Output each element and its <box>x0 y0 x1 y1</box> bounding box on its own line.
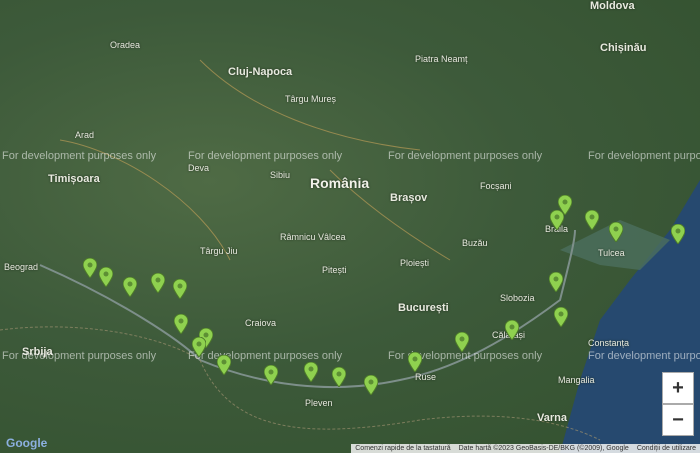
label-buzau: Buzău <box>462 238 488 248</box>
watermark: For development purposes only <box>388 150 543 162</box>
label-pleven: Pleven <box>305 398 333 408</box>
label-beograd: Beograd <box>4 262 39 272</box>
label-bucharest: București <box>398 302 449 314</box>
label-piatra-neamt: Piatra Neamț <box>415 54 468 64</box>
map-marker[interactable] <box>98 266 114 288</box>
watermark: For development purposes only <box>2 150 157 162</box>
map-marker[interactable] <box>584 209 600 231</box>
label-mangalia: Mangalia <box>558 375 595 385</box>
label-ruse: Ruse <box>415 372 437 382</box>
watermark: For development purposes only <box>2 350 157 362</box>
map-marker[interactable] <box>407 351 423 373</box>
map-marker[interactable] <box>454 331 470 353</box>
map-marker[interactable] <box>303 361 319 383</box>
label-pitesti: Pitești <box>322 265 347 275</box>
label-arad: Arad <box>75 130 95 140</box>
label-moldova: Moldova <box>590 0 635 12</box>
label-targu-mures: Târgu Mureș <box>285 94 337 104</box>
label-focsani: Focșani <box>480 181 512 191</box>
map-marker[interactable] <box>173 313 189 335</box>
map-marker[interactable] <box>331 366 347 388</box>
google-logo: Google <box>6 436 48 450</box>
map-marker[interactable] <box>363 374 379 396</box>
label-craiova: Craiova <box>245 318 277 328</box>
label-varna: Varna <box>537 412 567 424</box>
label-ploiesti: Ploiești <box>400 258 430 268</box>
map-marker[interactable] <box>172 278 188 300</box>
watermark: For development purposes only <box>588 150 700 162</box>
label-brasov: Brașov <box>390 192 428 204</box>
map-marker[interactable] <box>150 272 166 294</box>
zoom-in-button[interactable]: + <box>662 372 694 404</box>
map-marker[interactable] <box>122 276 138 298</box>
borders <box>0 326 601 441</box>
map-marker[interactable] <box>263 364 279 386</box>
map-marker[interactable] <box>608 221 624 243</box>
label-oradea: Oradea <box>110 40 141 50</box>
label-timisoara: Timișoara <box>48 173 100 185</box>
label-slobozia: Slobozia <box>500 293 535 303</box>
terms-link[interactable]: Condiții de utilizare <box>637 445 696 452</box>
map-marker[interactable] <box>553 306 569 328</box>
watermark: For development purposes only <box>588 350 700 362</box>
map-marker[interactable] <box>548 271 564 293</box>
keyboard-shortcuts-link[interactable]: Comenzi rapide de la tastatură <box>355 445 450 452</box>
watermark: For development purposes only <box>188 150 343 162</box>
label-sibiu: Sibiu <box>270 170 291 180</box>
label-ramnicu-valcea: Râmnicu Vâlcea <box>280 232 346 242</box>
label-constanta: Constanța <box>588 338 630 348</box>
map-marker[interactable] <box>82 257 98 279</box>
map-canvas[interactable]: România București Cluj-Napoca Timișoara … <box>0 0 700 453</box>
watermark: For development purposes only <box>188 350 343 362</box>
label-deva: Deva <box>188 163 210 173</box>
label-cluj: Cluj-Napoca <box>228 66 293 78</box>
zoom-out-button[interactable]: − <box>662 404 694 436</box>
attribution-bar: Comenzi rapide de la tastatură Date hart… <box>351 444 700 453</box>
label-chisinau: Chișinău <box>600 42 647 54</box>
map-data-text: Date hartă ©2023 GeoBasis-DE/BKG (©2009)… <box>458 445 629 452</box>
map-marker[interactable] <box>557 194 573 216</box>
label-targu-jiu: Târgu Jiu <box>200 246 238 256</box>
map-marker[interactable] <box>504 319 520 341</box>
label-country: România <box>310 175 370 191</box>
map-marker[interactable] <box>216 354 232 376</box>
label-tulcea: Tulcea <box>598 248 625 258</box>
map-marker[interactable] <box>191 336 207 358</box>
map-marker[interactable] <box>670 223 686 245</box>
